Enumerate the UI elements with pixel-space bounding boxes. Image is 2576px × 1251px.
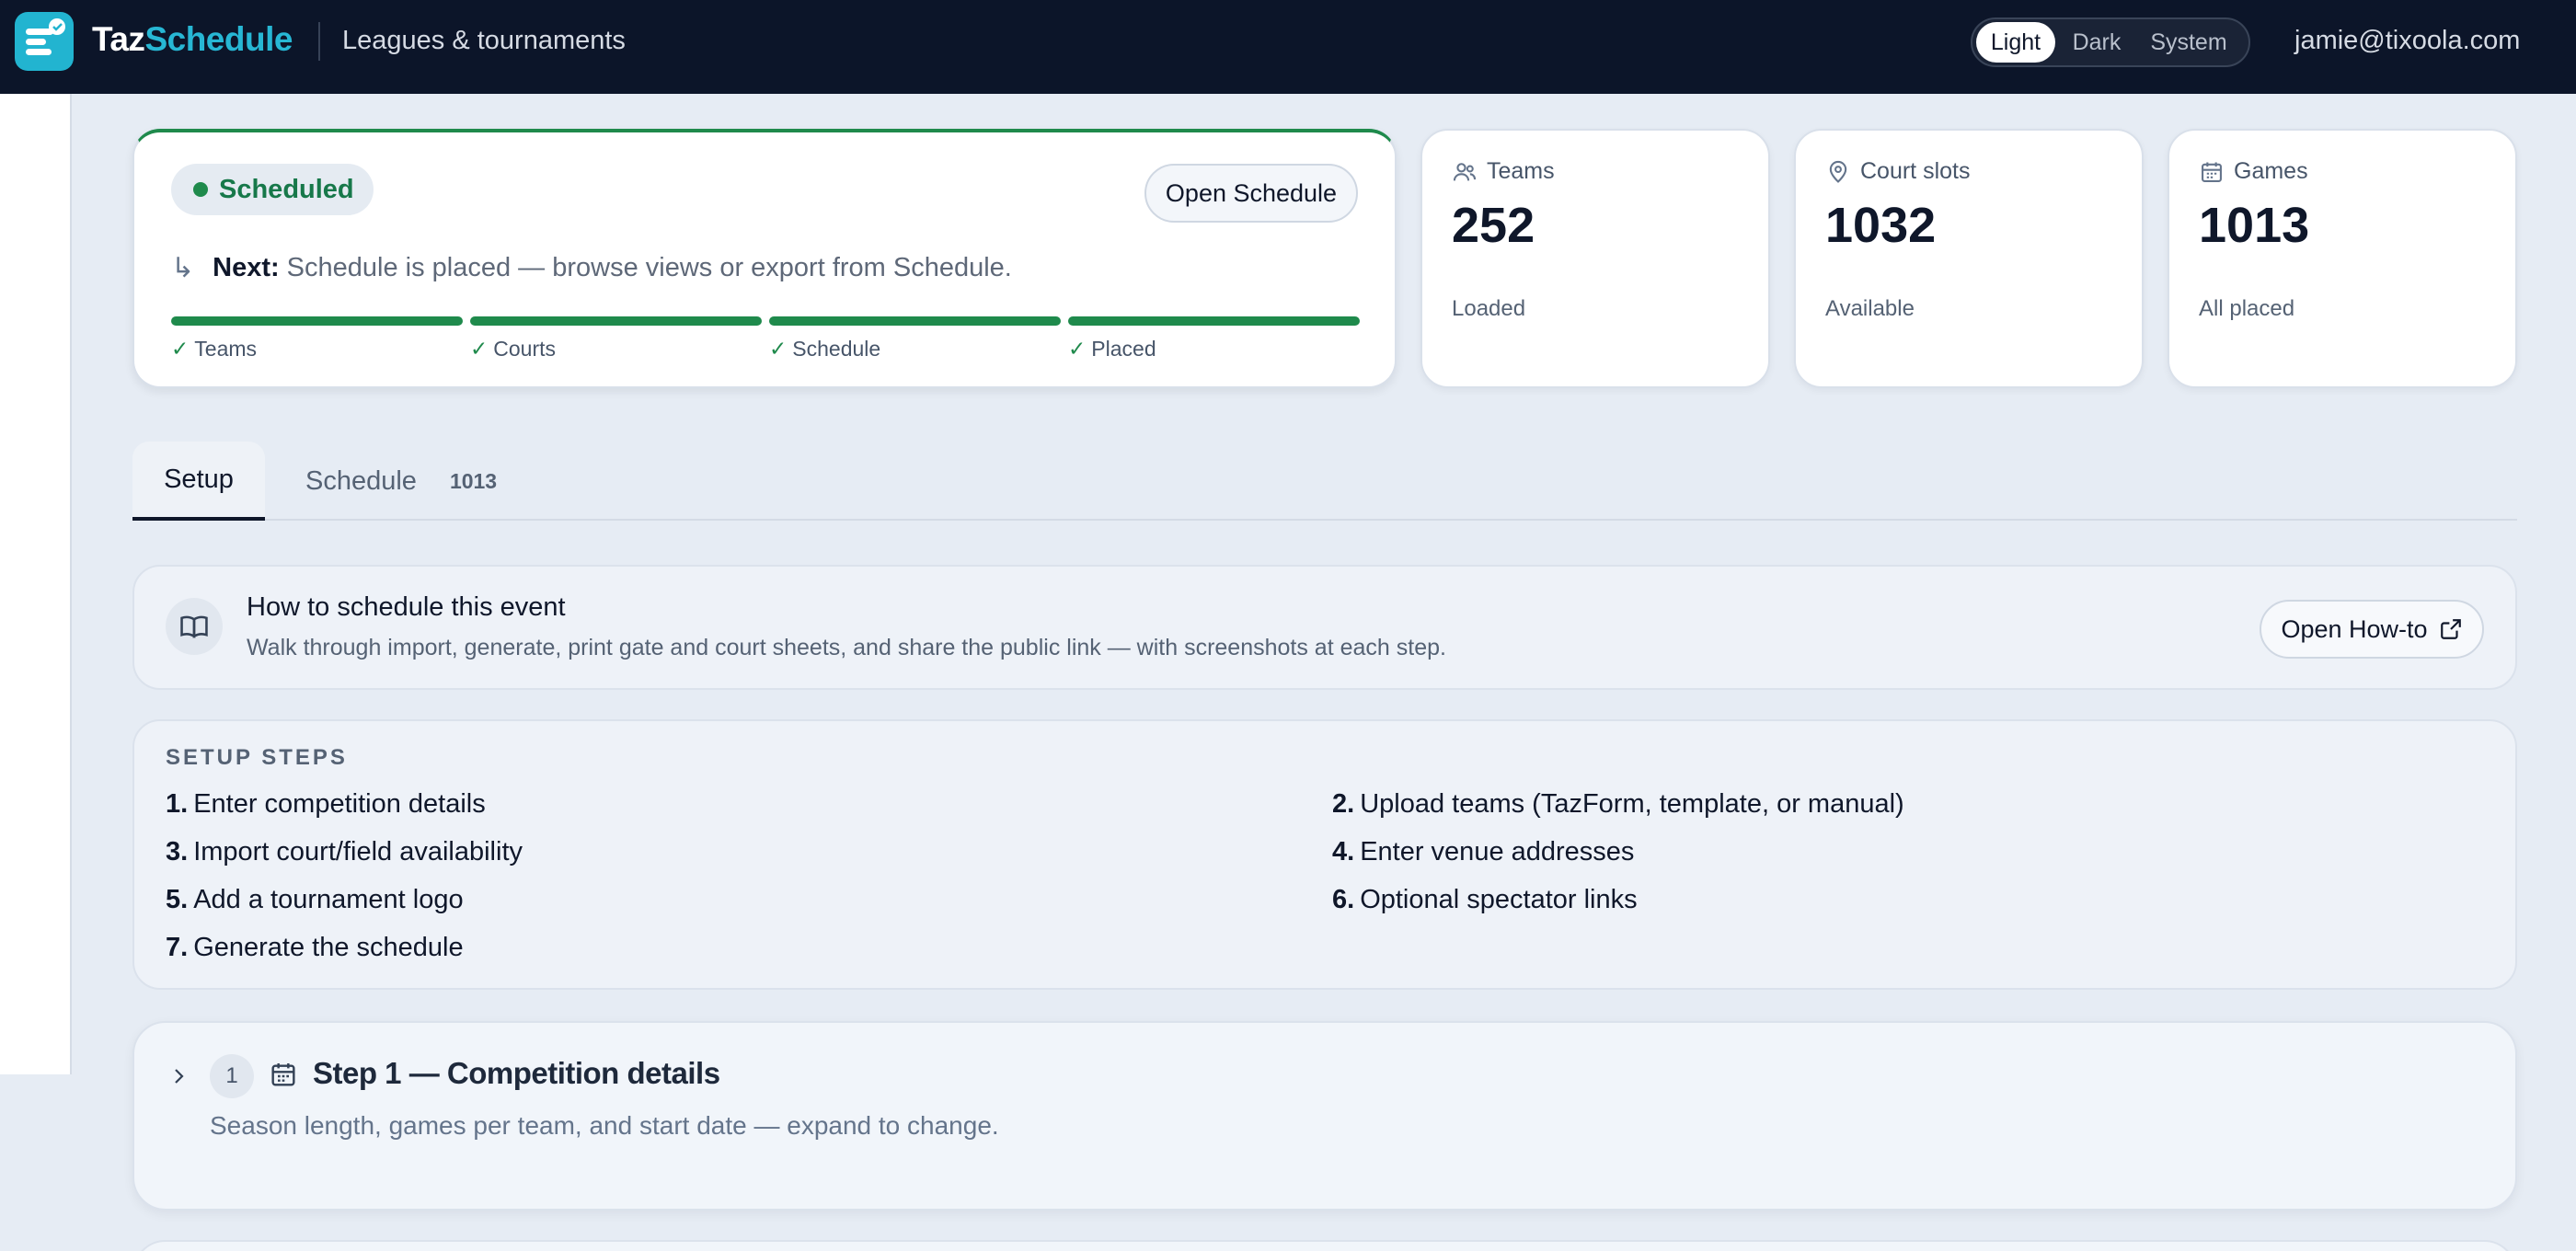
next-text: Schedule is placed — browse views or exp… bbox=[286, 253, 1012, 282]
check-icon: ✓ bbox=[1068, 337, 1087, 361]
next-step-line: ↳ Next: Schedule is placed — browse view… bbox=[171, 252, 1012, 284]
chevron-right-icon[interactable] bbox=[167, 1063, 190, 1089]
app-logo-icon[interactable] bbox=[15, 12, 74, 71]
user-email[interactable]: jamie@tixoola.com bbox=[2294, 26, 2520, 56]
setup-step-item: 5. Add a tournament logo bbox=[166, 885, 464, 914]
stat-value: 252 bbox=[1452, 198, 1535, 253]
brand-name[interactable]: TazSchedule bbox=[92, 20, 293, 59]
progress-label: Placed bbox=[1091, 337, 1156, 361]
howto-card: How to schedule this event Walk through … bbox=[132, 565, 2517, 690]
setup-step-item: 1. Enter competition details bbox=[166, 789, 486, 819]
map-pin-icon bbox=[1829, 160, 1847, 183]
brand-part-2: Schedule bbox=[144, 20, 293, 58]
book-open-icon bbox=[166, 598, 223, 655]
progress-step-teams: ✓ Teams bbox=[171, 316, 463, 362]
progress-label: Schedule bbox=[792, 337, 881, 361]
step-1-competition-details[interactable]: 1 Step 1 — Competition details Season le… bbox=[132, 1021, 2517, 1211]
tab-schedule[interactable]: Schedule 1013 bbox=[305, 442, 497, 521]
howto-description: Walk through import, generate, print gat… bbox=[247, 635, 1446, 660]
setup-steps-card: SETUP STEPS 1. Enter competition details … bbox=[132, 719, 2517, 990]
progress-bar bbox=[470, 316, 762, 326]
stat-card-teams: Teams 252 Loaded bbox=[1420, 129, 1770, 388]
check-icon: ✓ bbox=[769, 337, 788, 361]
top-bar: TazSchedule Leagues & tournaments Light … bbox=[0, 0, 2576, 94]
setup-step-item: 4. Enter venue addresses bbox=[1332, 837, 1635, 867]
step-number-badge: 1 bbox=[210, 1054, 254, 1098]
setup-steps-list: 1. Enter competition details 2. Upload tea… bbox=[166, 789, 2502, 966]
status-badge: Scheduled bbox=[171, 164, 374, 215]
stat-label: Court slots bbox=[1860, 158, 1971, 184]
open-howto-button[interactable]: Open How-to bbox=[2260, 600, 2484, 659]
external-link-icon bbox=[2440, 619, 2461, 639]
progress-bar bbox=[171, 316, 463, 326]
progress-steps: ✓ Teams ✓ Courts ✓ Schedule ✓ Placed bbox=[171, 316, 1360, 362]
side-panel bbox=[0, 94, 72, 1074]
tab-setup[interactable]: Setup bbox=[132, 442, 265, 521]
progress-step-courts: ✓ Courts bbox=[470, 316, 762, 362]
check-icon: ✓ bbox=[470, 337, 489, 361]
setup-step-item: 6. Optional spectator links bbox=[1332, 885, 1638, 914]
stat-value: 1013 bbox=[2199, 198, 2310, 253]
stat-label: Games bbox=[2234, 158, 2308, 184]
stat-sub: All placed bbox=[2199, 296, 2295, 321]
progress-bar bbox=[769, 316, 1061, 326]
setup-step-item: 2. Upload teams (TazForm, template, or ma… bbox=[1332, 789, 1904, 819]
open-schedule-button[interactable]: Open Schedule bbox=[1144, 164, 1358, 223]
step-1-title: Step 1 — Competition details bbox=[313, 1056, 720, 1090]
next-step-card bbox=[132, 1240, 2517, 1251]
stat-sub: Available bbox=[1825, 296, 1915, 321]
howto-title: How to schedule this event bbox=[247, 592, 566, 622]
brand-part-1: Taz bbox=[92, 20, 145, 58]
progress-label: Teams bbox=[194, 337, 258, 361]
brand-divider bbox=[318, 22, 320, 61]
tab-schedule-label: Schedule bbox=[305, 465, 417, 496]
status-dot-icon bbox=[193, 182, 208, 197]
calendar-icon bbox=[271, 1063, 295, 1086]
progress-step-placed: ✓ Placed bbox=[1068, 316, 1360, 362]
theme-option-dark[interactable]: Dark bbox=[2055, 22, 2138, 63]
progress-label: Courts bbox=[493, 337, 557, 361]
stat-card-court-slots: Court slots 1032 Available bbox=[1794, 129, 2144, 388]
main-tabs: Setup Schedule 1013 bbox=[132, 438, 2517, 521]
calendar-icon bbox=[2202, 162, 2222, 182]
check-icon: ✓ bbox=[171, 337, 190, 361]
next-label: Next: bbox=[213, 253, 280, 282]
theme-switch: Light Dark System bbox=[1971, 17, 2250, 67]
stat-value: 1032 bbox=[1825, 198, 1937, 253]
open-howto-label: Open How-to bbox=[2281, 614, 2428, 643]
status-card: Scheduled Open Schedule ↳ Next: Schedule… bbox=[132, 129, 1397, 388]
progress-bar bbox=[1068, 316, 1360, 326]
setup-step-item: 7. Generate the schedule bbox=[166, 933, 464, 962]
progress-step-schedule: ✓ Schedule bbox=[769, 316, 1061, 362]
step-1-description: Season length, games per team, and start… bbox=[210, 1111, 999, 1140]
corner-arrow-icon: ↳ bbox=[171, 253, 195, 283]
theme-option-system[interactable]: System bbox=[2138, 22, 2239, 63]
stat-label: Teams bbox=[1487, 158, 1555, 184]
stat-card-games: Games 1013 All placed bbox=[2168, 129, 2517, 388]
theme-option-light[interactable]: Light bbox=[1976, 22, 2055, 63]
status-label: Scheduled bbox=[219, 174, 354, 204]
tab-schedule-count: 1013 bbox=[449, 468, 498, 493]
setup-step-item: 3. Import court/field availability bbox=[166, 837, 523, 867]
stat-sub: Loaded bbox=[1452, 296, 1526, 321]
users-icon bbox=[1453, 162, 1477, 180]
app-subtitle: Leagues & tournaments bbox=[342, 26, 626, 55]
setup-steps-heading: SETUP STEPS bbox=[166, 745, 348, 770]
